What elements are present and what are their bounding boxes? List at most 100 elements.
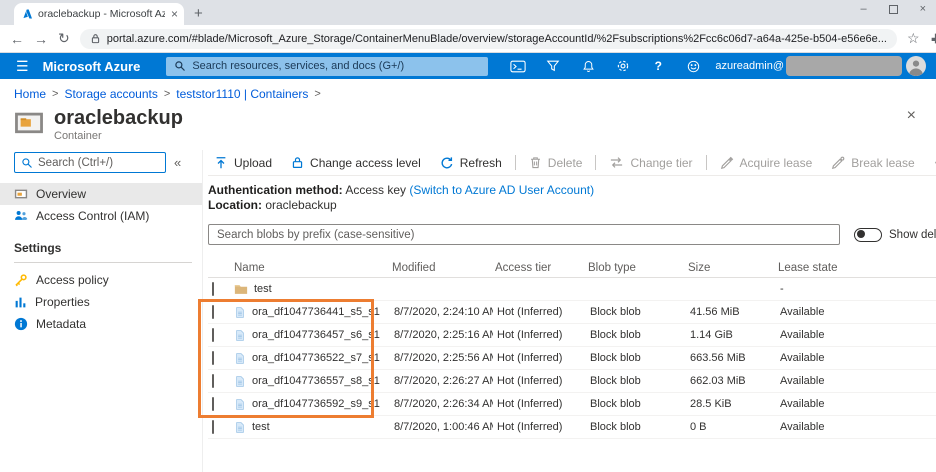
blob-modified: 8/7/2020, 1:00:46 AM (390, 421, 493, 433)
tab-close-icon[interactable]: × (171, 7, 178, 21)
blob-name[interactable]: ora_df1047736457_s6_s1 (252, 329, 380, 341)
feedback-smiley-icon[interactable] (685, 58, 701, 74)
window-maximize-button[interactable] (889, 5, 898, 14)
row-context-menu-icon[interactable]: ··· (889, 420, 936, 434)
table-row[interactable]: ora_df1047736522_s7_s1 8/7/2020, 2:25:56… (208, 347, 936, 370)
new-tab-button[interactable]: + (194, 5, 203, 22)
info-block: Authentication method: Access key (Switc… (208, 183, 936, 213)
row-context-menu-icon[interactable]: ··· (889, 282, 936, 296)
people-icon (14, 209, 28, 223)
sidebar-item-metadata[interactable]: Metadata (0, 313, 202, 335)
blob-size: 0 B (686, 421, 776, 433)
sidebar-settings-nav: Access policy Properties Metadata (0, 269, 202, 335)
column-header-name[interactable]: Name (232, 262, 390, 274)
blade-close-icon[interactable]: × (907, 107, 916, 125)
row-context-menu-icon[interactable]: ··· (889, 351, 936, 365)
row-context-menu-icon[interactable]: ··· (889, 374, 936, 388)
row-checkbox[interactable] (212, 420, 214, 434)
notifications-bell-icon[interactable] (580, 58, 596, 74)
address-bar[interactable]: portal.azure.com/#blade/Microsoft_Azure_… (80, 29, 897, 49)
table-row[interactable]: test - ··· (208, 278, 936, 301)
blob-lease-state: Available (776, 375, 889, 387)
reload-button[interactable]: ↻ (58, 30, 70, 47)
sidebar-collapse-button[interactable]: « (174, 155, 181, 170)
row-context-menu-icon[interactable]: ··· (889, 305, 936, 319)
column-header-lease-state[interactable]: Lease state (776, 262, 889, 274)
blob-search-input[interactable]: Search blobs by prefix (case-sensitive) (208, 224, 840, 245)
directory-filter-icon[interactable] (545, 58, 561, 74)
forward-button[interactable]: → (34, 31, 48, 47)
sidebar-item-overview[interactable]: Overview (0, 183, 202, 205)
blob-type: Block blob (586, 329, 686, 341)
row-checkbox[interactable] (212, 282, 214, 296)
toolbar: Upload Change access level Refresh Delet… (208, 150, 936, 176)
refresh-icon (440, 156, 454, 170)
delete-button[interactable]: Delete (523, 156, 589, 170)
table-row[interactable]: ora_df1047736457_s6_s1 8/7/2020, 2:25:16… (208, 324, 936, 347)
row-checkbox[interactable] (212, 351, 214, 365)
refresh-button[interactable]: Refresh (434, 156, 508, 170)
sidebar-search-input[interactable]: Search (Ctrl+/) (14, 152, 166, 173)
blob-access-tier: Hot (Inferred) (493, 352, 586, 364)
extension-puzzle-icon[interactable] (930, 32, 936, 45)
sidebar-item-access-policy[interactable]: Access policy (0, 269, 202, 291)
sidebar-item-access-control-iam-[interactable]: Access Control (IAM) (0, 205, 202, 227)
table-row[interactable]: test 8/7/2020, 1:00:46 AM Hot (Inferred)… (208, 416, 936, 439)
column-header-size[interactable]: Size (686, 262, 776, 274)
blob-name[interactable]: test (252, 421, 270, 433)
breadcrumb-link[interactable]: Storage accounts (64, 87, 157, 101)
account-area[interactable]: azureadmin@ (715, 56, 902, 76)
portal-search-placeholder: Search resources, services, and docs (G+… (192, 60, 404, 72)
blob-size: 41.56 MiB (686, 306, 776, 318)
portal-search-input[interactable]: Search resources, services, and docs (G+… (166, 57, 488, 76)
lock-icon (291, 156, 304, 169)
cloud-shell-icon[interactable] (510, 58, 526, 74)
breadcrumb-link[interactable]: Home (14, 87, 46, 101)
blob-size: 1.14 GiB (686, 329, 776, 341)
portal-avatar-icon[interactable] (906, 56, 926, 76)
blob-icon (234, 398, 246, 411)
table-row[interactable]: ora_df1047736557_s8_s1 8/7/2020, 2:26:27… (208, 370, 936, 393)
azure-brand[interactable]: Microsoft Azure (43, 59, 141, 74)
blob-name[interactable]: ora_df1047736441_s5_s1 (252, 306, 380, 318)
back-button[interactable]: ← (10, 31, 24, 47)
table-row[interactable]: ora_df1047736592_s9_s1 8/7/2020, 2:26:34… (208, 393, 936, 416)
blob-name[interactable]: ora_df1047736592_s9_s1 (252, 398, 380, 410)
browser-tab[interactable]: oraclebackup - Microsoft Azure × (14, 3, 184, 25)
row-context-menu-icon[interactable]: ··· (889, 328, 936, 342)
upload-button[interactable]: Upload (208, 156, 278, 170)
url-text: portal.azure.com/#blade/Microsoft_Azure_… (107, 33, 887, 45)
sidebar-search-placeholder: Search (Ctrl+/) (38, 157, 113, 169)
breadcrumb-item: Storage accounts > (64, 87, 170, 101)
row-checkbox[interactable] (212, 397, 214, 411)
acquire-lease-button[interactable]: Acquire lease (714, 156, 819, 170)
row-checkbox[interactable] (212, 374, 214, 388)
breadcrumb-link[interactable]: teststor1110 | Containers (176, 87, 308, 101)
row-checkbox[interactable] (212, 305, 214, 319)
help-icon[interactable]: ? (650, 58, 666, 74)
blob-name[interactable]: ora_df1047736522_s7_s1 (252, 352, 380, 364)
sidebar-section-settings: Settings (14, 241, 202, 255)
sidebar-item-properties[interactable]: Properties (0, 291, 202, 313)
breadcrumb: Home > Storage accounts > teststor1110 |… (0, 79, 936, 101)
window-minimize-button[interactable]: – (860, 3, 866, 15)
change-access-level-button[interactable]: Change access level (285, 156, 427, 170)
column-header-modified[interactable]: Modified (390, 262, 493, 274)
row-checkbox[interactable] (212, 328, 214, 342)
column-header-access-tier[interactable]: Access tier (493, 262, 586, 274)
view-snapshots-button[interactable]: View snapshots (928, 155, 936, 170)
window-close-button[interactable]: × (920, 3, 926, 15)
show-deleted-blobs-toggle[interactable] (854, 228, 882, 242)
portal-menu-icon[interactable]: ☰ (16, 58, 29, 75)
column-header-blob-type[interactable]: Blob type (586, 262, 686, 274)
row-context-menu-icon[interactable]: ··· (889, 397, 936, 411)
table-row[interactable]: ora_df1047736441_s5_s1 8/7/2020, 2:24:10… (208, 301, 936, 324)
breadcrumb-separator-icon: > (314, 88, 320, 100)
blob-name[interactable]: ora_df1047736557_s8_s1 (252, 375, 380, 387)
settings-gear-icon[interactable] (615, 58, 631, 74)
break-lease-button[interactable]: Break lease (825, 156, 920, 170)
bookmark-star-icon[interactable]: ☆ (907, 30, 920, 47)
blob-name[interactable]: test (254, 283, 272, 295)
switch-auth-link[interactable]: (Switch to Azure AD User Account) (409, 183, 594, 197)
change-tier-button[interactable]: Change tier (603, 155, 698, 170)
